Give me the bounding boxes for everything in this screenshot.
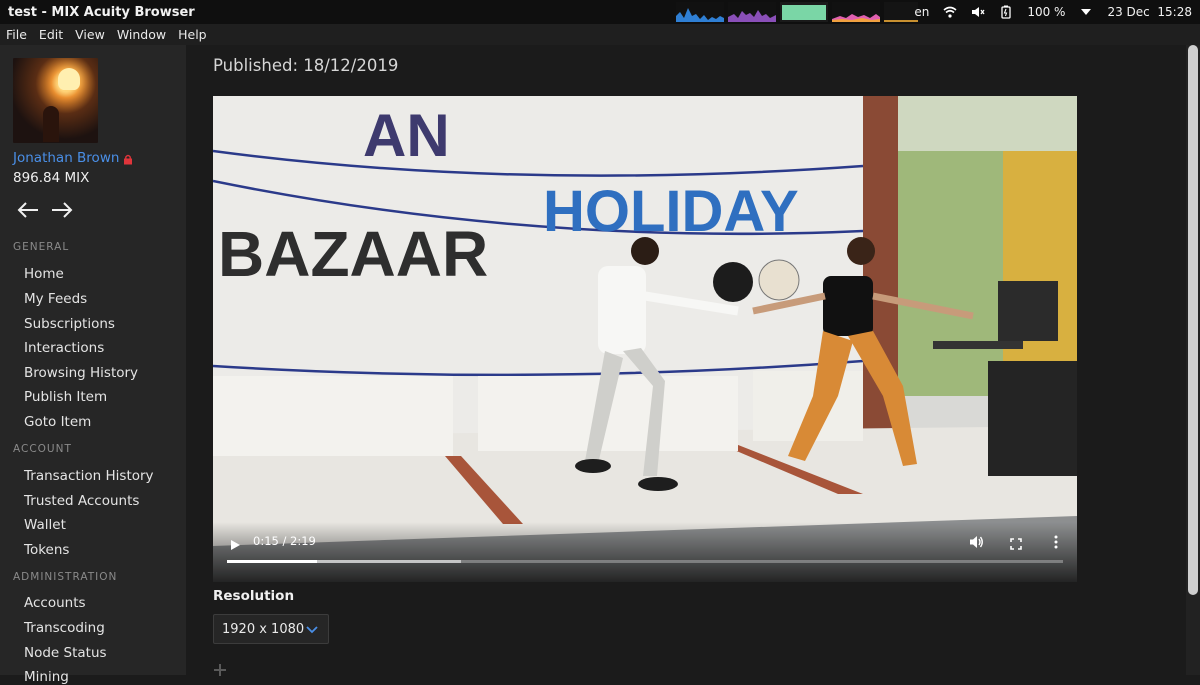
sidebar-item-wallet[interactable]: Wallet	[24, 517, 66, 533]
section-account-title: ACCOUNT	[13, 443, 72, 455]
sidebar-item-goto-item[interactable]: Goto Item	[24, 414, 91, 430]
play-icon[interactable]	[229, 536, 243, 550]
system-top-bar: test - MIX Acuity Browser en 100 % 23 De…	[0, 0, 1200, 24]
network-graph-icon	[780, 2, 828, 22]
scrollbar-thumb[interactable]	[1188, 45, 1198, 595]
sidebar-item-subscriptions[interactable]: Subscriptions	[24, 316, 115, 332]
plus-icon[interactable]	[213, 662, 227, 676]
resolution-label: Resolution	[213, 588, 295, 604]
fullscreen-icon[interactable]	[1010, 535, 1022, 554]
resolution-select[interactable]: 1920 x 1080	[213, 614, 329, 644]
account-balance: 896.84 MIX	[13, 170, 90, 186]
main-content: Published: 18/12/2019 AN HOLIDAY BAZAAR …	[186, 45, 1186, 676]
user-name-link[interactable]: Jonathan Brown	[13, 150, 133, 166]
published-date: Published: 18/12/2019	[213, 56, 399, 75]
user-name: Jonathan Brown	[13, 150, 120, 166]
volume-muted-icon[interactable]	[971, 5, 985, 19]
video-frame: AN HOLIDAY BAZAAR	[213, 96, 1077, 582]
video-progress-bar	[227, 560, 318, 563]
system-monitor-graphs	[676, 2, 918, 22]
battery-icon[interactable]	[999, 5, 1013, 19]
video-controls: 0:15 / 2:19	[213, 522, 1077, 582]
cpu-graph-icon	[676, 2, 724, 22]
section-administration-title: ADMINISTRATION	[13, 571, 118, 583]
lock-icon	[123, 153, 133, 164]
resolution-value: 1920 x 1080	[222, 621, 305, 637]
volume-icon[interactable]	[969, 534, 984, 553]
menu-help[interactable]: Help	[172, 27, 213, 42]
memory-graph-icon	[728, 2, 776, 22]
menu-bar: File Edit View Window Help	[0, 24, 1200, 45]
video-time: 0:15 / 2:19	[253, 534, 316, 548]
page-scrollbar[interactable]	[1186, 45, 1200, 675]
sidebar-item-transaction-history[interactable]: Transaction History	[24, 468, 154, 484]
sidebar-item-interactions[interactable]: Interactions	[24, 340, 104, 356]
sidebar-item-node-status[interactable]: Node Status	[24, 645, 107, 661]
banner-bazaar-text: BAZAAR	[218, 218, 488, 290]
sidebar-item-accounts[interactable]: Accounts	[24, 595, 86, 611]
disk-graph-icon	[832, 2, 880, 22]
banner-holiday-text: HOLIDAY	[543, 179, 799, 244]
section-general-title: GENERAL	[13, 241, 70, 253]
sidebar-item-mining[interactable]: Mining	[24, 669, 69, 685]
chevron-down-icon	[306, 623, 318, 638]
sidebar-item-publish-item[interactable]: Publish Item	[24, 389, 107, 405]
back-arrow-icon[interactable]	[16, 198, 40, 222]
banner-top-text: AN	[363, 102, 450, 169]
load-graph-icon	[884, 2, 918, 22]
menu-view[interactable]: View	[69, 27, 111, 42]
sidebar-item-home[interactable]: Home	[24, 266, 64, 282]
avatar[interactable]	[13, 58, 98, 143]
video-progress-track[interactable]	[227, 560, 1063, 563]
window-title: test - MIX Acuity Browser	[8, 4, 195, 20]
sidebar-item-my-feeds[interactable]: My Feeds	[24, 291, 87, 307]
sidebar: Jonathan Brown 896.84 MIX GENERAL Home M…	[0, 45, 186, 685]
sidebar-item-browsing-history[interactable]: Browsing History	[24, 365, 138, 381]
sidebar-item-transcoding[interactable]: Transcoding	[24, 620, 105, 636]
history-navigation	[16, 198, 74, 222]
avatar-person	[43, 106, 59, 142]
system-tray: en 100 % 23 Dec 15:28	[914, 0, 1192, 24]
clock-time: 15:28	[1157, 5, 1192, 19]
wifi-icon[interactable]	[943, 5, 957, 19]
clock-date: 23 Dec	[1107, 5, 1150, 19]
menu-window[interactable]: Window	[111, 27, 172, 42]
keyboard-language[interactable]: en	[914, 5, 929, 19]
avatar-lantern	[58, 68, 80, 90]
menu-edit[interactable]: Edit	[33, 27, 69, 42]
forward-arrow-icon[interactable]	[50, 198, 74, 222]
more-options-icon[interactable]	[1054, 534, 1058, 553]
menu-file[interactable]: File	[0, 27, 33, 42]
sidebar-item-tokens[interactable]: Tokens	[24, 542, 69, 558]
battery-percent: 100 %	[1027, 5, 1066, 19]
caret-down-icon[interactable]	[1079, 5, 1093, 19]
clock[interactable]: 23 Dec 15:28	[1107, 5, 1192, 19]
video-player[interactable]: AN HOLIDAY BAZAAR	[213, 96, 1077, 582]
sidebar-item-trusted-accounts[interactable]: Trusted Accounts	[24, 493, 139, 509]
